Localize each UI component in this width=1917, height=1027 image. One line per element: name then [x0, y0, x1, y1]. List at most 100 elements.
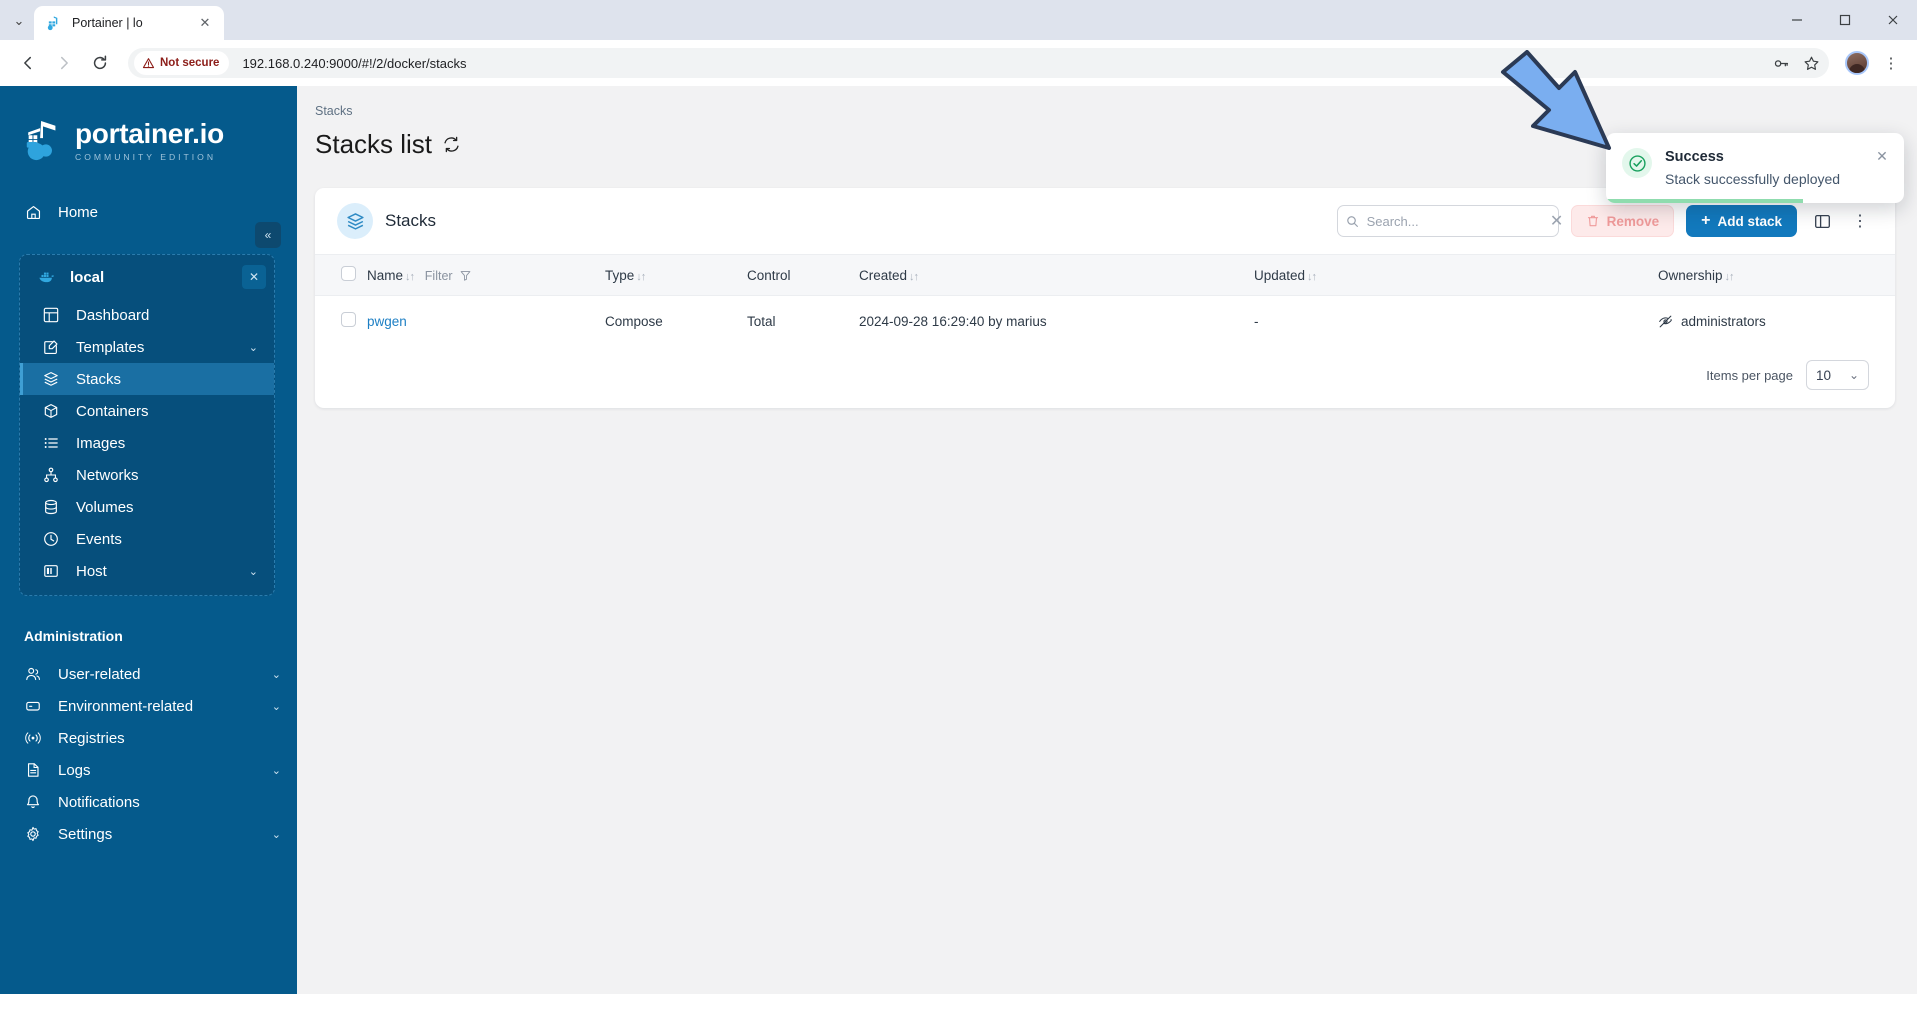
cell-name: pwgen	[367, 296, 605, 347]
window-close-button[interactable]	[1869, 0, 1917, 40]
search-clear-icon[interactable]: ✕	[1550, 213, 1564, 230]
search-box[interactable]: ✕	[1336, 205, 1563, 237]
sidebar: portainer.io COMMUNITY EDITION « Home lo…	[0, 86, 297, 994]
column-header-created[interactable]: Created ↓↑	[859, 255, 1254, 296]
tab-close-icon[interactable]: ✕	[196, 14, 214, 32]
stack-name-link[interactable]: pwgen	[367, 314, 407, 329]
app-shell: portainer.io COMMUNITY EDITION « Home lo…	[0, 86, 1917, 994]
sidebar-item-notifications[interactable]: Notifications	[0, 786, 297, 818]
items-per-page-select[interactable]: 10 ⌄	[1806, 360, 1869, 390]
sidebar-item-volumes[interactable]: Volumes	[20, 491, 274, 523]
column-header-type[interactable]: Type ↓↑	[605, 255, 747, 296]
profile-avatar[interactable]	[1845, 51, 1869, 75]
sidebar-item-host[interactable]: Host ⌄	[20, 555, 274, 587]
sidebar-item-templates[interactable]: Templates ⌄	[20, 331, 274, 363]
breadcrumb[interactable]: Stacks	[315, 104, 1895, 118]
back-icon[interactable]	[12, 47, 44, 79]
forward-icon[interactable]	[48, 47, 80, 79]
sidebar-item-logs[interactable]: Logs ⌄	[0, 754, 297, 786]
row-checkbox[interactable]	[341, 312, 356, 327]
refresh-icon[interactable]	[442, 135, 461, 154]
chevron-down-icon: ⌄	[1848, 368, 1859, 382]
columns-layout-icon[interactable]	[1809, 208, 1835, 234]
logs-icon	[24, 761, 42, 779]
chevron-down-icon[interactable]: ⌄	[272, 828, 281, 841]
add-stack-button[interactable]: + Add stack	[1686, 205, 1797, 237]
settings-gear-icon	[24, 825, 42, 843]
sidebar-item-dashboard[interactable]: Dashboard	[20, 299, 274, 331]
toast-progress-bar	[1606, 199, 1803, 203]
environment-close-icon[interactable]: ✕	[242, 265, 266, 289]
window-minimize-button[interactable]	[1773, 0, 1821, 40]
networks-icon	[42, 466, 60, 484]
sidebar-item-registries[interactable]: Registries	[0, 722, 297, 754]
filter-label[interactable]: Filter	[425, 269, 453, 283]
success-toast[interactable]: Success Stack successfully deployed ✕	[1606, 133, 1904, 203]
sidebar-item-environment-related[interactable]: Environment-related ⌄	[0, 690, 297, 722]
bookmark-star-icon[interactable]	[1797, 49, 1825, 77]
sidebar-collapse-button[interactable]: «	[255, 222, 281, 248]
sort-arrows-icon[interactable]: ↓↑	[1725, 271, 1735, 283]
column-header-name[interactable]: Name ↓↑ Filter	[367, 255, 605, 296]
sidebar-item-label: Networks	[76, 466, 139, 484]
search-input[interactable]	[1366, 213, 1543, 229]
sort-arrows-icon[interactable]: ↓↑	[405, 271, 415, 283]
portainer-crane-logo-icon	[22, 119, 64, 163]
password-key-icon[interactable]	[1767, 49, 1795, 77]
environment-icon	[24, 697, 42, 715]
security-status-chip[interactable]: Not secure	[134, 51, 230, 75]
sidebar-item-label: Host	[76, 562, 107, 580]
browser-toolbar: Not secure 192.168.0.240:9000/#!/2/docke…	[0, 40, 1917, 86]
sidebar-item-images[interactable]: Images	[20, 427, 274, 459]
cell-ownership: administrators	[1658, 296, 1895, 347]
tab-search-button[interactable]: ⌄	[4, 6, 34, 36]
logo-subtitle: COMMUNITY EDITION	[75, 152, 217, 162]
select-all-header	[315, 255, 367, 296]
main-content: Stacks Stacks list Stacks Search... ✕ Re…	[297, 86, 1917, 994]
chevron-down-icon[interactable]: ⌄	[272, 700, 281, 713]
warning-triangle-icon	[142, 57, 155, 68]
sidebar-item-user-related[interactable]: User-related ⌄	[0, 658, 297, 690]
administration-nav-list: User-related ⌄ Environment-related ⌄ Reg…	[0, 658, 297, 850]
sidebar-item-label: Stacks	[76, 370, 122, 388]
sidebar-item-events[interactable]: Events	[20, 523, 274, 555]
stacks-icon	[337, 203, 373, 239]
cell-control: Total	[747, 313, 776, 329]
column-header-updated[interactable]: Updated ↓↑	[1254, 255, 1658, 296]
sort-arrows-icon[interactable]: ↓↑	[909, 271, 919, 283]
address-bar[interactable]: Not secure 192.168.0.240:9000/#!/2/docke…	[128, 48, 1829, 78]
sidebar-item-containers[interactable]: Containers	[20, 395, 274, 427]
sort-arrows-icon[interactable]: ↓↑	[636, 271, 646, 283]
toast-close-icon[interactable]: ✕	[1874, 148, 1890, 164]
cell-type: Compose	[605, 313, 663, 329]
column-label: Updated	[1254, 267, 1306, 283]
docker-whale-icon	[38, 268, 56, 286]
table-more-options-icon[interactable]: ⋮	[1847, 208, 1873, 234]
sidebar-item-home[interactable]: Home	[0, 192, 297, 232]
table-body: pwgen Compose Total 2024-09-28 16:29:40 …	[315, 296, 1895, 347]
table-row[interactable]: pwgen Compose Total 2024-09-28 16:29:40 …	[315, 296, 1895, 347]
chevron-down-icon[interactable]: ⌄	[249, 341, 258, 354]
filter-funnel-icon[interactable]	[460, 268, 471, 283]
browser-tab[interactable]: Portainer | lo ✕	[34, 6, 224, 40]
window-maximize-button[interactable]	[1821, 0, 1869, 40]
sort-arrows-icon[interactable]: ↓↑	[1307, 271, 1317, 283]
containers-icon	[42, 402, 60, 420]
users-icon	[24, 665, 42, 683]
column-label: Type	[605, 267, 635, 283]
sidebar-item-networks[interactable]: Networks	[20, 459, 274, 491]
reload-icon[interactable]	[84, 47, 116, 79]
toast-title: Success	[1665, 149, 1724, 165]
remove-button[interactable]: Remove	[1570, 205, 1675, 237]
chevron-down-icon[interactable]: ⌄	[249, 565, 258, 578]
portainer-logo[interactable]: portainer.io COMMUNITY EDITION	[0, 104, 297, 168]
chevron-down-icon[interactable]: ⌄	[272, 764, 281, 777]
browser-menu-icon[interactable]: ⋮	[1877, 49, 1905, 77]
environment-header[interactable]: local ✕	[20, 255, 274, 299]
chevron-down-icon[interactable]: ⌄	[272, 668, 281, 681]
sidebar-item-settings[interactable]: Settings ⌄	[0, 818, 297, 850]
select-all-checkbox[interactable]	[341, 266, 356, 281]
sidebar-item-label: Containers	[76, 402, 149, 420]
sidebar-item-stacks[interactable]: Stacks	[20, 363, 274, 395]
column-header-ownership[interactable]: Ownership ↓↑	[1658, 255, 1895, 296]
